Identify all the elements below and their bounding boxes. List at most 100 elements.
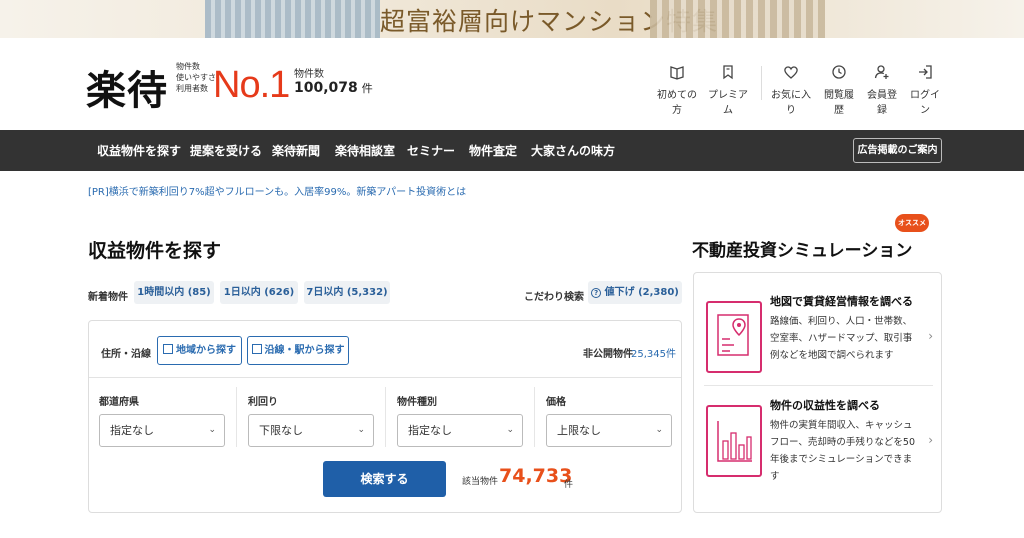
map-pin-icon bbox=[717, 314, 749, 356]
main-navbar: 収益物件を探す 提案を受ける 楽待新聞 楽待相談室 セミナー 物件査定 大家さん… bbox=[0, 130, 1024, 171]
ad-info-button[interactable]: 広告掲載のご案内 bbox=[853, 138, 942, 163]
clock-icon bbox=[832, 65, 846, 79]
simulation-item-title: 地図で賃貸経営情報を調べる bbox=[770, 295, 913, 308]
nav-register[interactable]: 会員登録 bbox=[864, 64, 900, 116]
navbar-item-consult[interactable]: 楽待相談室 bbox=[335, 142, 395, 159]
simulation-box: 地図で賃貸経営情報を調べる 路線価、利回り、人口・世帯数、空室率、ハザードマップ… bbox=[693, 272, 942, 513]
prefecture-label: 都道府県 bbox=[99, 397, 139, 408]
train-icon bbox=[251, 344, 262, 354]
search-section-title: 収益物件を探す bbox=[88, 240, 222, 262]
navbar-item-news[interactable]: 楽待新聞 bbox=[272, 142, 320, 159]
chevron-down-icon: ⌄ bbox=[506, 425, 514, 435]
no1-badge: No.1 bbox=[213, 64, 290, 106]
user-add-icon bbox=[874, 65, 889, 79]
navbar-item-search[interactable]: 収益物件を探す bbox=[97, 142, 181, 159]
navbar-item-proposal[interactable]: 提案を受ける bbox=[190, 142, 262, 159]
search-by-station-button[interactable]: 沿線・駅から探す bbox=[247, 336, 349, 365]
simulation-title: 不動産投資シミュレーション bbox=[692, 241, 913, 261]
prefecture-select[interactable]: 指定なし ⌄ bbox=[99, 414, 225, 447]
property-count: 100,078 件 bbox=[294, 80, 373, 96]
site-logo[interactable]: 楽待 bbox=[86, 58, 168, 116]
chip-price-down[interactable]: ? 値下げ (2,380) bbox=[588, 281, 682, 304]
book-icon bbox=[670, 66, 684, 80]
chart-report-icon bbox=[706, 405, 762, 477]
filter-divider bbox=[236, 387, 237, 447]
property-count-label: 物件数 bbox=[294, 69, 324, 80]
property-type-label: 物件種別 bbox=[397, 397, 437, 408]
banner-building-image-left bbox=[205, 0, 380, 38]
recommended-badge: オススメ bbox=[895, 214, 929, 232]
chevron-down-icon: ⌄ bbox=[655, 425, 663, 435]
nav-premium-label: プレミアム bbox=[708, 90, 748, 116]
nav-login-label: ログイン bbox=[910, 90, 940, 116]
simulation-item-profit[interactable]: 物件の収益性を調べる 物件の実質年間収入、キャッシュフロー、売却時の手残りなどを… bbox=[704, 397, 933, 497]
simulation-divider bbox=[704, 385, 933, 386]
nav-beginner-label: 初めての方 bbox=[657, 90, 697, 116]
simulation-item-map[interactable]: 地図で賃貸経営情報を調べる 路線価、利回り、人口・世帯数、空室率、ハザードマップ… bbox=[704, 293, 933, 383]
search-panel: 住所・沿線 地域から探す 沿線・駅から探す 非公開物件 25,345件 都道府県… bbox=[88, 320, 682, 513]
nav-beginner[interactable]: 初めての方 bbox=[656, 64, 698, 116]
map-icon bbox=[163, 344, 173, 354]
filter-divider bbox=[534, 387, 535, 447]
yield-label: 利回り bbox=[248, 397, 278, 408]
banner-building-image-right bbox=[650, 0, 825, 38]
search-by-station-label: 沿線・駅から探す bbox=[264, 345, 345, 356]
chip-7days[interactable]: 7日以内 (5,332) bbox=[304, 281, 390, 304]
panel-divider bbox=[89, 377, 681, 378]
hit-count-value: 74,733 bbox=[499, 465, 573, 487]
property-count-value: 100,078 bbox=[294, 80, 358, 96]
price-select[interactable]: 上限なし ⌄ bbox=[546, 414, 672, 447]
no1-label: 物件数 bbox=[176, 62, 200, 71]
chevron-right-icon: › bbox=[928, 329, 933, 343]
yield-select[interactable]: 下限なし ⌄ bbox=[248, 414, 374, 447]
navbar-item-owner[interactable]: 大家さんの味方 bbox=[531, 142, 615, 159]
simulation-item-desc: 物件の実質年間収入、キャッシュフロー、売却時の手残りなどを50年後までシミュレー… bbox=[770, 420, 915, 482]
search-by-area-label: 地域から探す bbox=[176, 345, 236, 356]
navbar-item-appraisal[interactable]: 物件査定 bbox=[469, 142, 517, 159]
private-listings-count[interactable]: 25,345件 bbox=[631, 345, 676, 360]
price-label: 価格 bbox=[546, 397, 566, 408]
hit-count-label: 該当物件 bbox=[462, 477, 499, 487]
address-line-label: 住所・沿線 bbox=[101, 349, 151, 360]
simulation-item-desc: 路線価、利回り、人口・世帯数、空室率、ハザードマップ、取引事例などを地図で調べら… bbox=[770, 316, 913, 361]
property-count-unit: 件 bbox=[361, 82, 373, 95]
bar-chart-icon bbox=[717, 421, 752, 462]
heart-icon bbox=[784, 66, 798, 79]
no1-labels: 物件数 使いやすさ 利用者数 bbox=[176, 61, 216, 94]
nav-register-label: 会員登録 bbox=[867, 90, 897, 116]
navbar-item-seminar[interactable]: セミナー bbox=[407, 142, 455, 159]
site-header: 楽待 物件数 使いやすさ 利用者数 No.1 物件数 100,078 件 初めての… bbox=[0, 38, 1024, 130]
property-type-select[interactable]: 指定なし ⌄ bbox=[397, 414, 523, 447]
chevron-right-icon: › bbox=[928, 433, 933, 447]
nav-history-label: 閲覧履歴 bbox=[824, 90, 854, 116]
nav-login[interactable]: ログイン bbox=[906, 64, 944, 116]
chip-1day[interactable]: 1日以内 (626) bbox=[220, 281, 298, 304]
price-down-icon: ? bbox=[591, 288, 602, 298]
filter-divider bbox=[385, 387, 386, 447]
pr-link[interactable]: [PR]横浜で新築利回り7%超やフルローンも。入居率99%。新築アパート投資術と… bbox=[88, 183, 466, 198]
property-type-value: 指定なし bbox=[408, 424, 452, 437]
simulation-item-title: 物件の収益性を調べる bbox=[770, 399, 880, 412]
chevron-down-icon: ⌄ bbox=[357, 425, 365, 435]
top-banner[interactable]: 超富裕層向けマンション特集 bbox=[0, 0, 1024, 38]
nav-history[interactable]: 閲覧履歴 bbox=[820, 64, 858, 116]
no1-label: 利用者数 bbox=[176, 84, 208, 93]
chevron-down-icon: ⌄ bbox=[208, 425, 216, 435]
map-report-icon bbox=[706, 301, 762, 373]
nav-premium[interactable]: プレミアム bbox=[704, 64, 752, 116]
chip-1hour[interactable]: 1時間以内 (85) bbox=[134, 281, 214, 304]
bookmark-icon bbox=[723, 65, 733, 80]
private-listings-label: 非公開物件 bbox=[583, 349, 633, 360]
detailed-search-label: こだわり検索 bbox=[524, 292, 584, 303]
new-listings-label: 新着物件 bbox=[88, 292, 128, 303]
header-nav-divider bbox=[761, 66, 762, 100]
price-value: 上限なし bbox=[557, 424, 601, 437]
search-by-area-button[interactable]: 地域から探す bbox=[157, 336, 242, 365]
nav-favorites-label: お気に入り bbox=[771, 90, 811, 116]
login-icon bbox=[919, 65, 932, 79]
no1-label: 使いやすさ bbox=[176, 73, 216, 82]
price-down-label: 値下げ (2,380) bbox=[604, 287, 679, 298]
banner-text: 超富裕層向けマンション特集 bbox=[380, 7, 719, 36]
search-button[interactable]: 検索する bbox=[323, 461, 446, 497]
nav-favorites[interactable]: お気に入り bbox=[768, 64, 814, 116]
